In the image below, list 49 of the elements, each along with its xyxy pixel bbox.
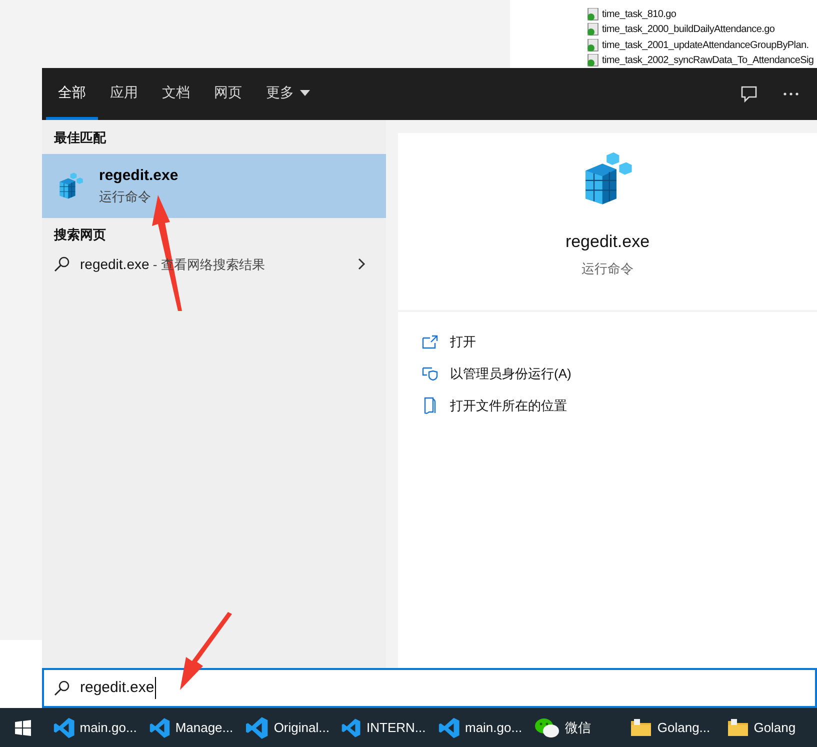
folder-icon — [630, 718, 652, 738]
taskbar-item[interactable]: Golang — [720, 708, 817, 747]
tab[interactable]: 更多 — [254, 68, 322, 120]
taskbar-item[interactable]: Golang... — [624, 708, 721, 747]
code-editor-icon — [148, 716, 170, 740]
search-icon — [54, 256, 70, 272]
taskbar-item[interactable]: Manage... — [142, 708, 240, 747]
search-field[interactable]: regedit.exe — [42, 668, 817, 708]
code-editor-icon — [245, 716, 269, 740]
feedback-icon — [740, 85, 758, 103]
taskbar-item[interactable]: INTERN... — [335, 708, 432, 747]
file-name[interactable]: time_task_2002_syncRawData_To_AttendanceSig — [602, 52, 814, 68]
folder-icon — [726, 718, 749, 738]
file-name[interactable]: time_task_810.go — [602, 7, 676, 22]
taskbar-item[interactable]: main.go... — [432, 708, 528, 747]
detail-title: regedit.exe — [565, 231, 650, 253]
file-name[interactable]: time_task_2001_updateAttendanceGroupByPlan. — [602, 38, 809, 53]
tab[interactable]: 应用 — [98, 68, 150, 120]
go-file-icon — [586, 8, 599, 22]
result-subtitle: 运行命令 — [99, 188, 152, 206]
code-editor-icon — [438, 716, 460, 740]
folder-icon — [423, 397, 437, 415]
action-item[interactable]: 打开 — [422, 326, 817, 358]
registry-cubes-icon — [57, 172, 85, 200]
detail-subtitle: 运行命令 — [582, 260, 634, 278]
open-icon — [422, 335, 438, 349]
go-file-icon — [586, 54, 599, 67]
result-title: regedit.exe — [99, 166, 178, 186]
shield-icon — [422, 367, 438, 381]
chat-bubbles-icon — [534, 716, 560, 738]
taskbar-item[interactable]: 微信 — [528, 708, 624, 747]
code-editor-icon — [52, 716, 75, 740]
more-icon — [783, 92, 799, 96]
desktop-panel-background — [0, 640, 42, 708]
file-name[interactable]: time_task_2000_buildDailyAttendance.go — [602, 22, 775, 38]
tab[interactable]: 网页 — [202, 68, 254, 120]
windows-logo-icon — [15, 720, 32, 736]
action-item[interactable]: 以管理员身份运行(A) — [422, 358, 817, 390]
chevron-right-icon — [358, 258, 366, 270]
action-item[interactable]: 打开文件所在的位置 — [422, 390, 817, 422]
section-heading: 最佳匹配 — [53, 129, 108, 147]
section-heading: 搜索网页 — [52, 226, 107, 244]
tab[interactable]: 文档 — [150, 68, 202, 120]
go-file-icon — [586, 38, 599, 52]
best-match-item[interactable]: regedit.exe 运行命令 — [42, 154, 386, 218]
taskbar-item[interactable]: Original... — [239, 708, 336, 747]
taskbar-item[interactable]: main.go... — [46, 708, 143, 747]
go-file-icon — [586, 23, 599, 36]
search-icon — [54, 680, 70, 696]
